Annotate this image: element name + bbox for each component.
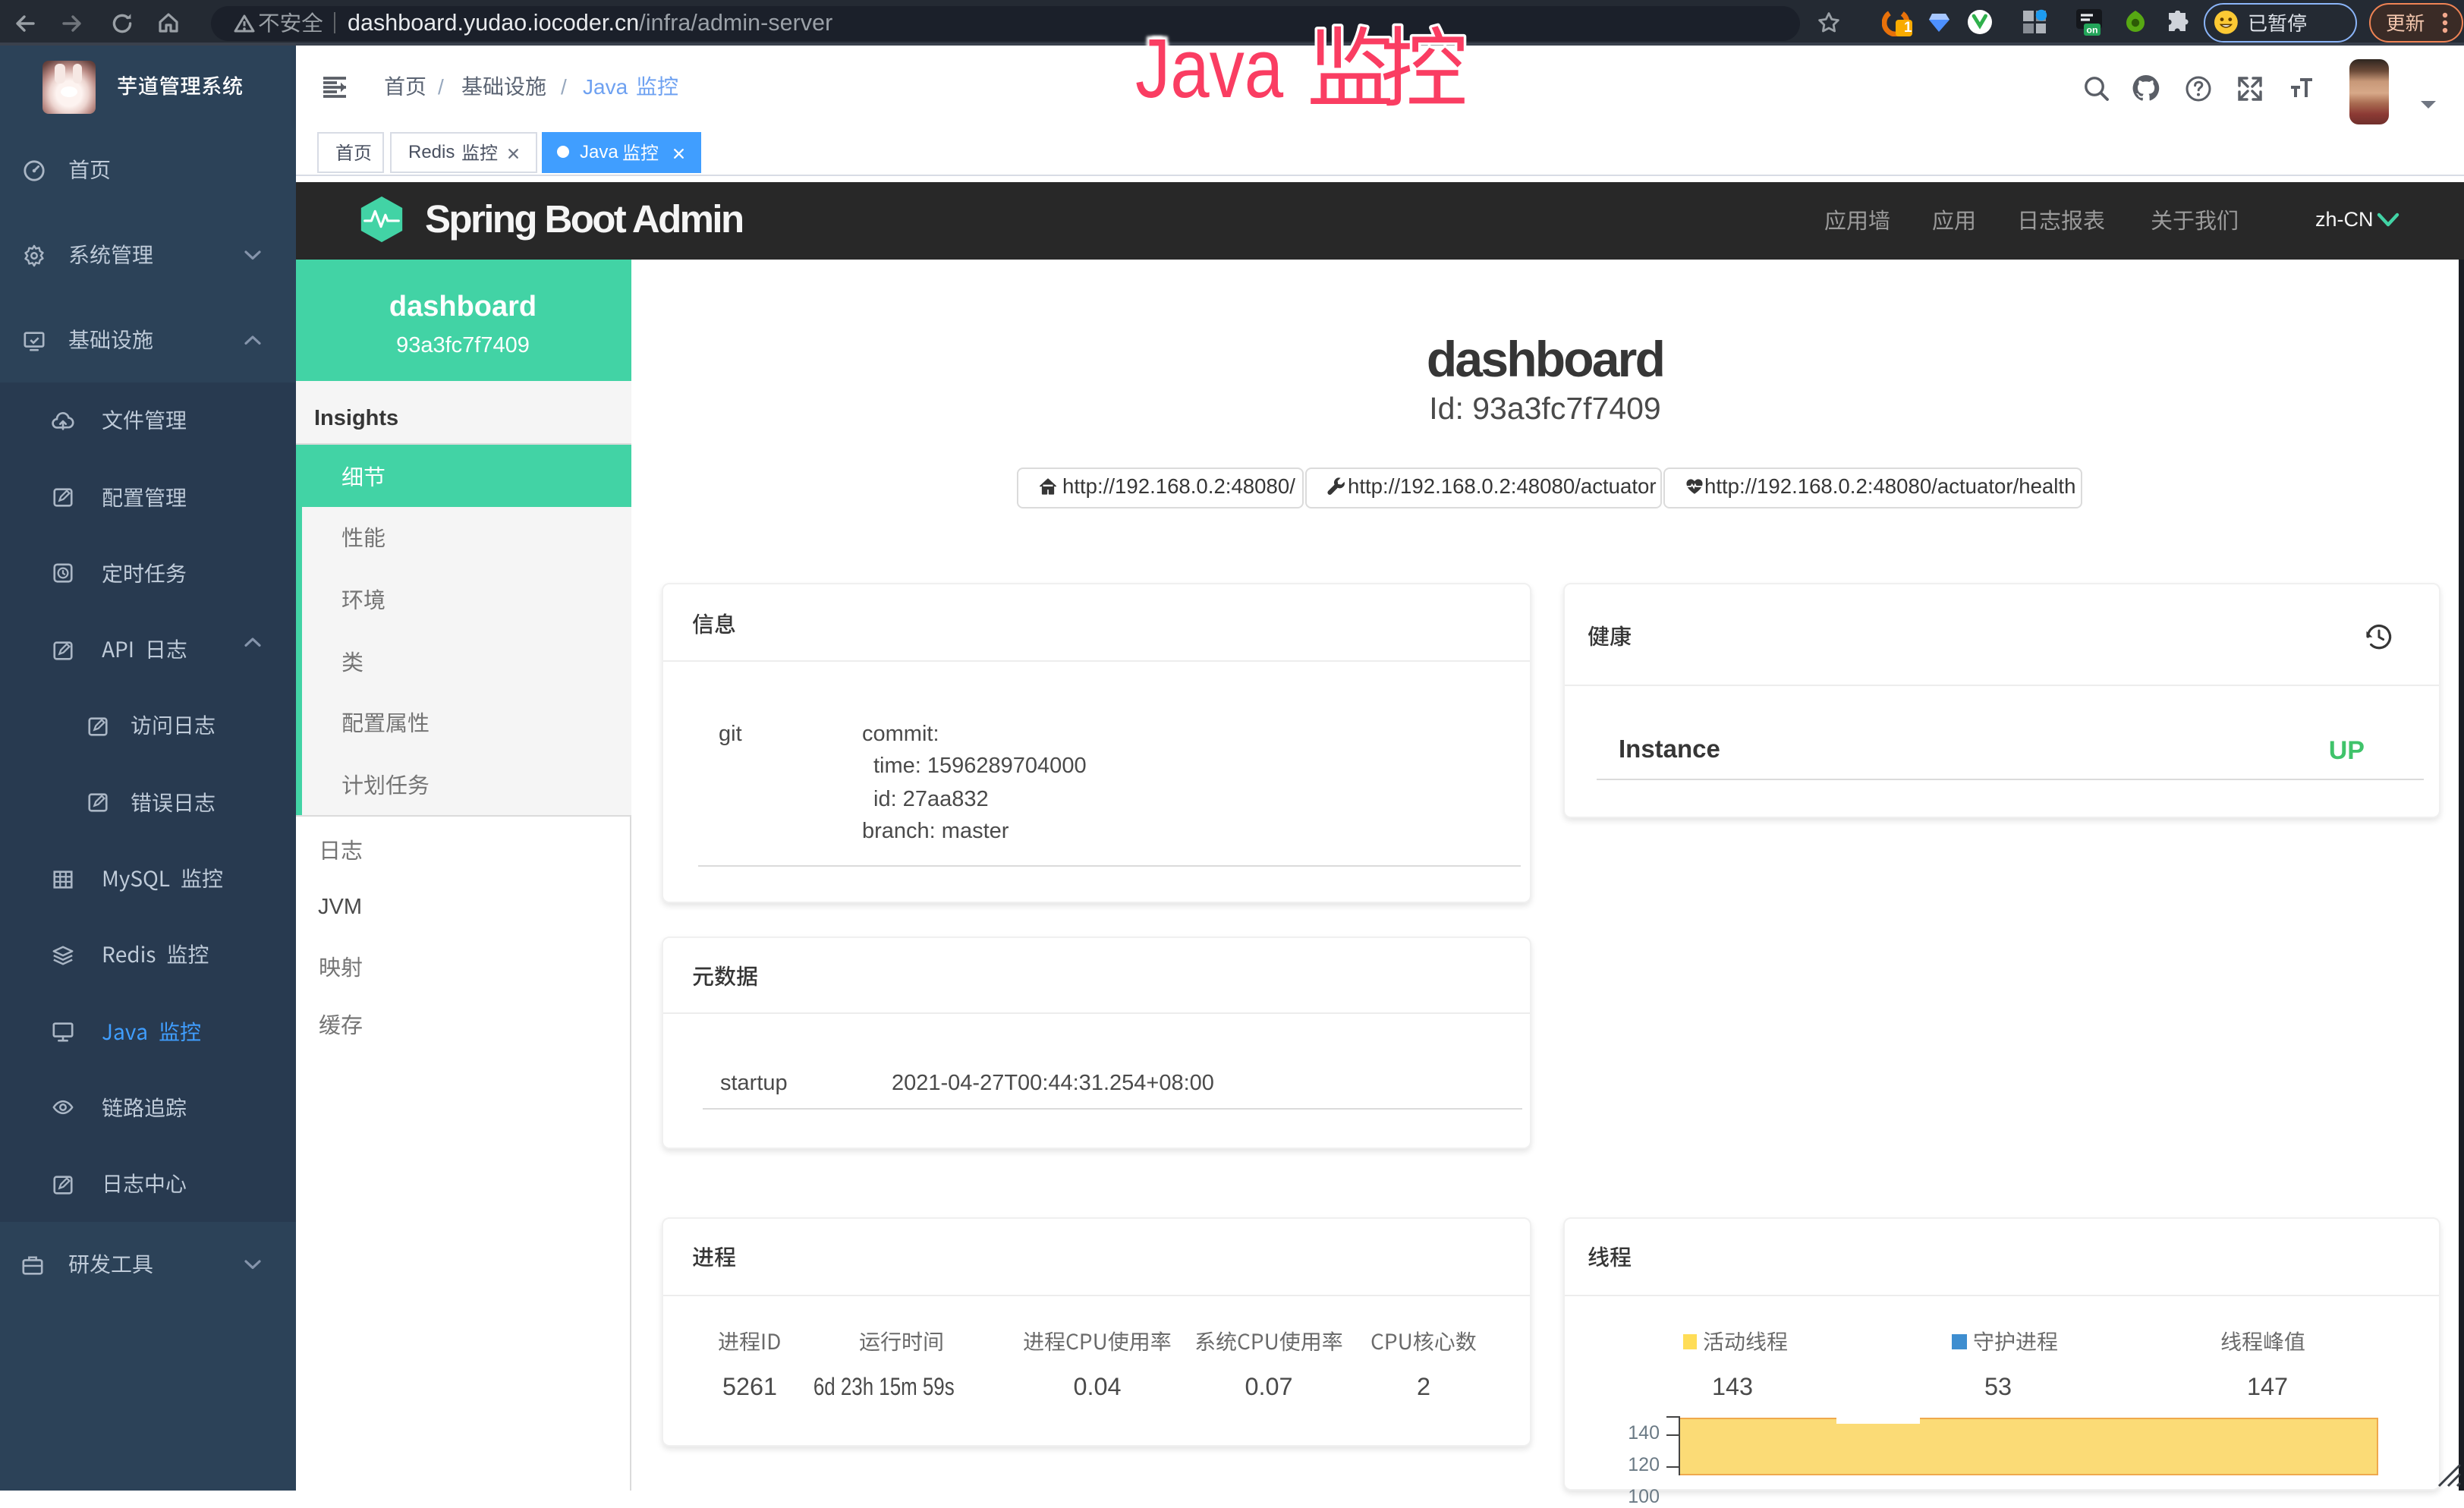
svg-text:on: on (2086, 25, 2097, 36)
